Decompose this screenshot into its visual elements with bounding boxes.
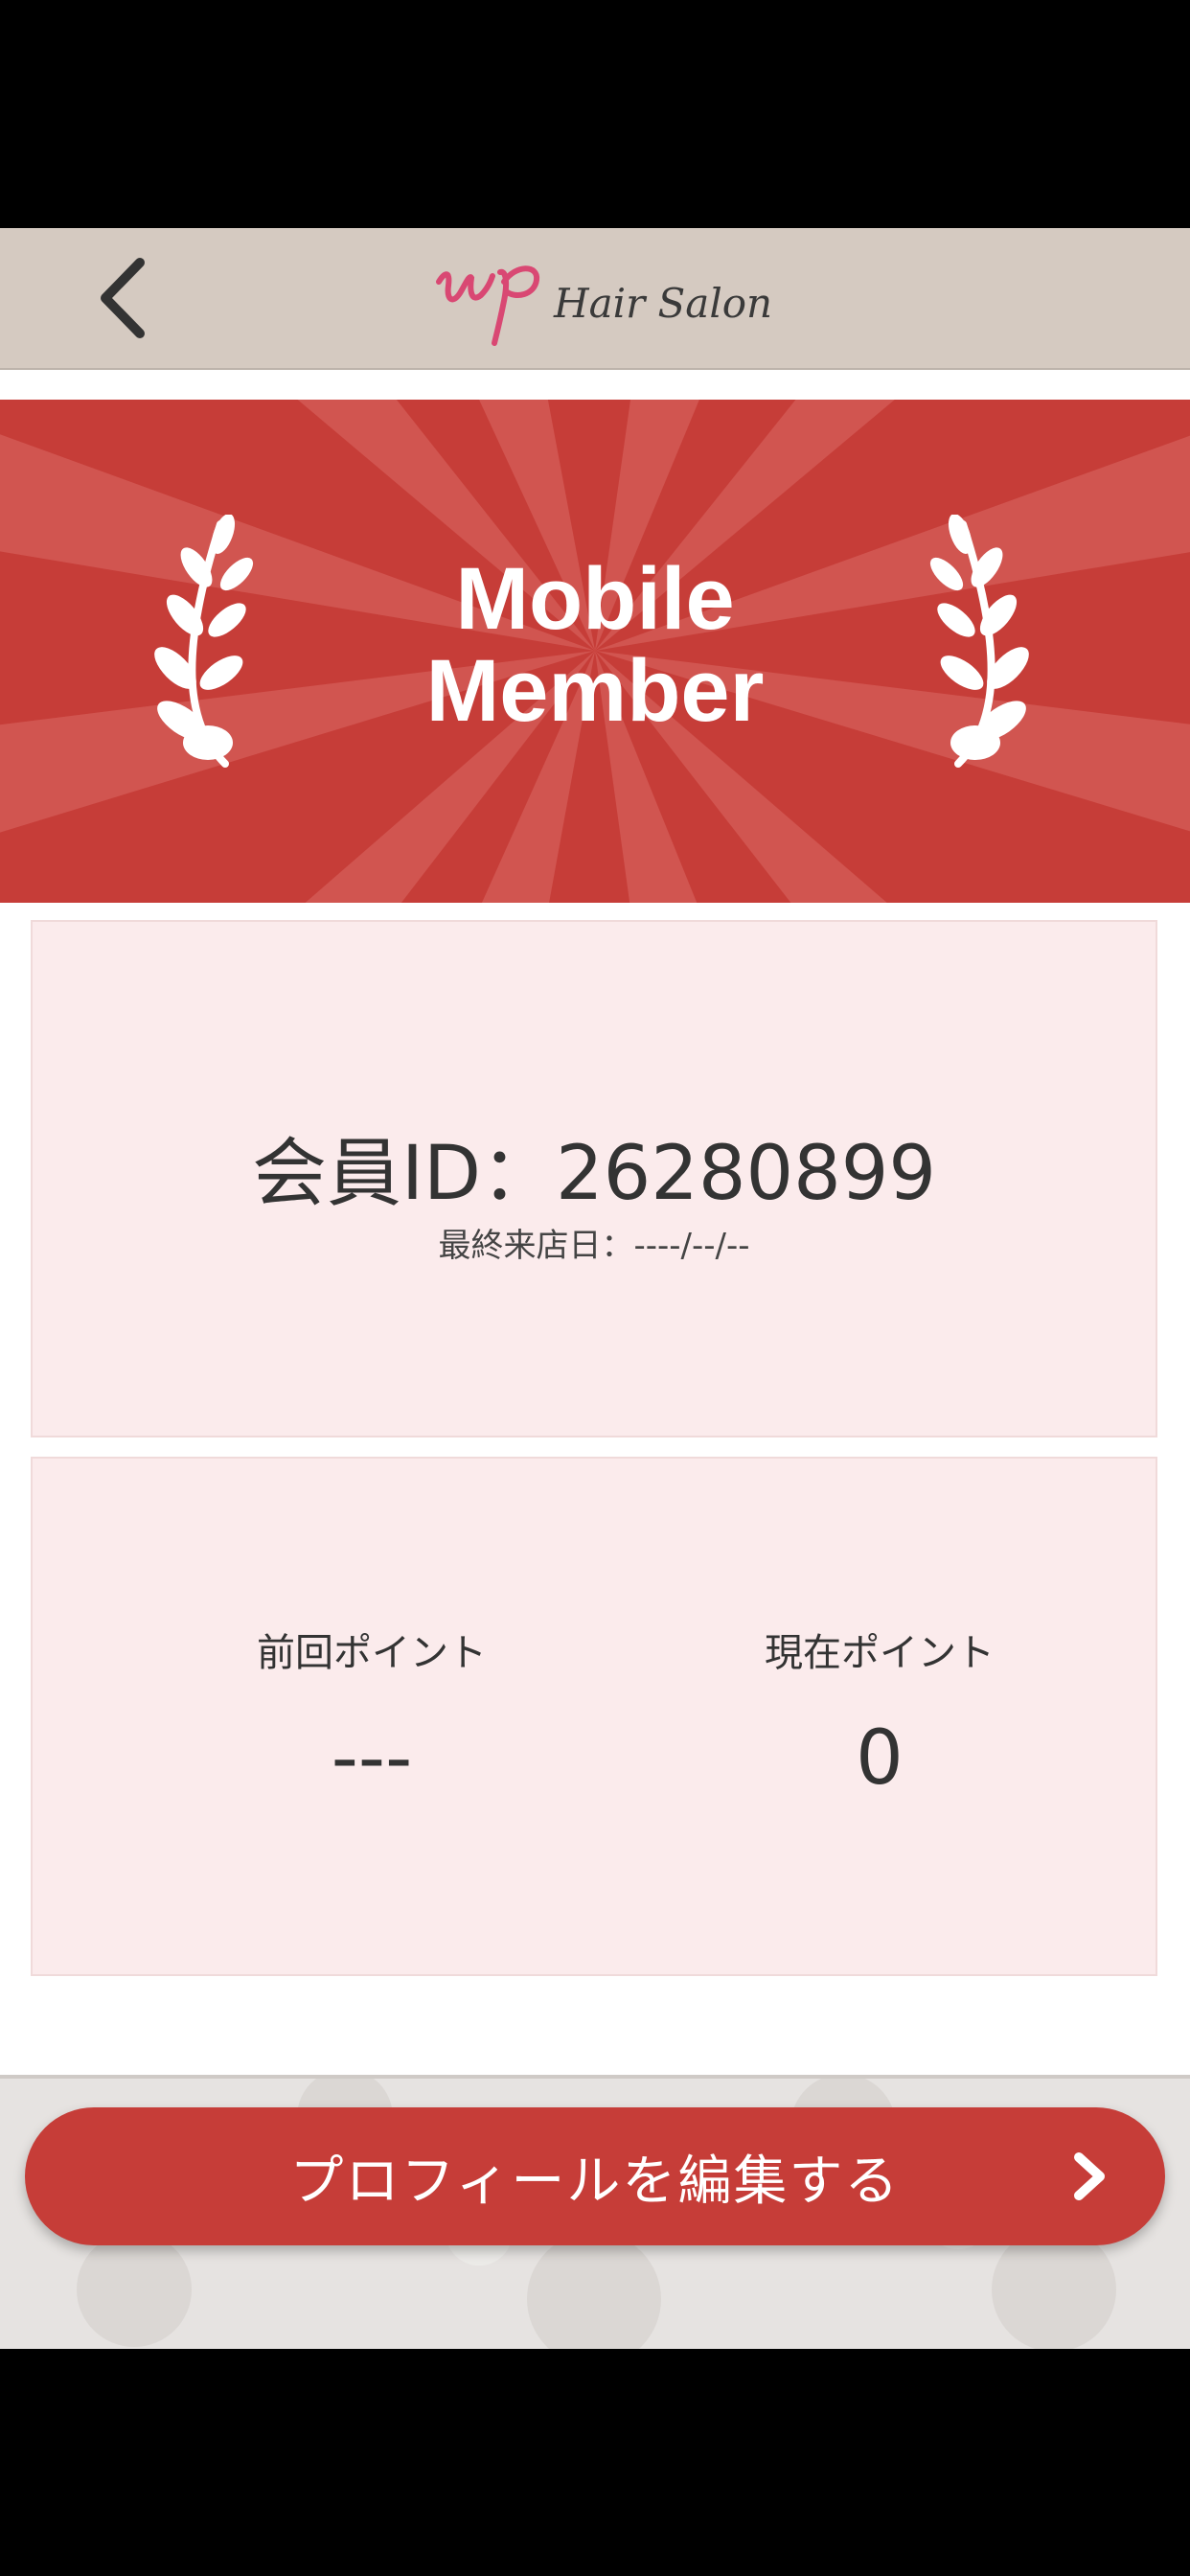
current-points: 現在ポイント 0: [688, 1622, 1071, 1802]
current-points-label: 現在ポイント: [765, 1631, 995, 1675]
points-card: 前回ポイント --- 現在ポイント 0: [31, 1457, 1157, 1976]
edit-profile-label: プロフィールを編集する: [289, 2150, 901, 2213]
hero-title-line2: Member: [425, 642, 765, 740]
member-banner: Mobile Member: [0, 400, 1190, 903]
hero-title-line1: Mobile: [455, 550, 735, 648]
current-points-value: 0: [856, 1715, 904, 1802]
edit-profile-button[interactable]: プロフィールを編集する: [25, 2107, 1165, 2245]
logo-mark-icon: [436, 265, 539, 346]
previous-points-value: ---: [331, 1715, 413, 1802]
app-screen: Hair Salon Mobile Member 会員ID：26280899 最…: [0, 0, 1190, 2576]
previous-points: 前回ポイント ---: [180, 1622, 563, 1802]
logo-text: Hair Salon: [554, 280, 773, 327]
back-button[interactable]: [84, 255, 161, 341]
last-visit-date: 最終来店日：----/--/--: [438, 1227, 750, 1265]
chevron-right-icon: [1074, 2152, 1105, 2200]
member-id-card: 会員ID：26280899 最終来店日：----/--/--: [31, 920, 1157, 1438]
main-content: Mobile Member 会員ID：26280899 最終来店日：----/-…: [0, 370, 1190, 2076]
chevron-left-icon: [101, 258, 145, 338]
hero-title: Mobile Member: [0, 553, 1190, 737]
header-bar: Hair Salon: [0, 228, 1190, 370]
previous-points-label: 前回ポイント: [257, 1631, 487, 1675]
member-id: 会員ID：26280899: [251, 1131, 937, 1217]
footer-bar: プロフィールを編集する: [0, 2075, 1190, 2349]
salon-logo: Hair Salon: [431, 243, 772, 349]
